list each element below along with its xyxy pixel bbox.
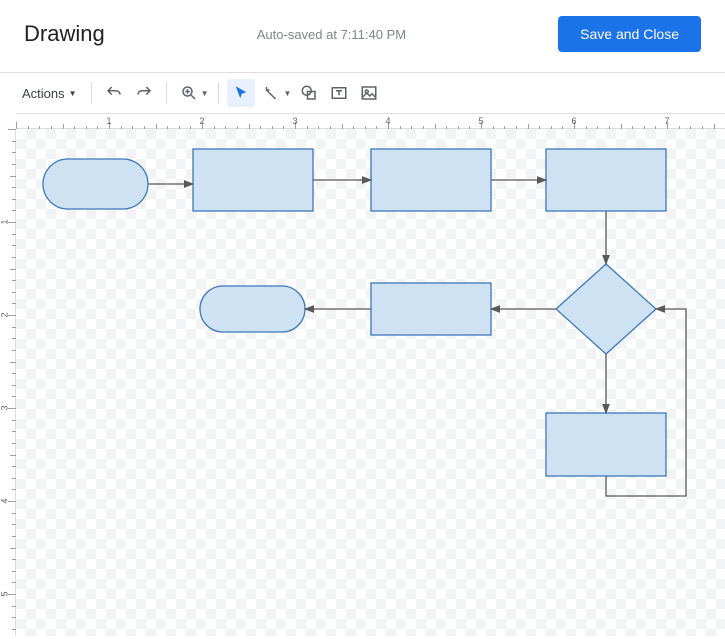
textbox-tool-button[interactable] [325,79,353,107]
main-area: 12345 [0,129,725,636]
redo-button[interactable] [130,79,158,107]
flowchart-terminator[interactable] [43,159,148,209]
undo-icon [105,84,123,102]
caret-down-icon: ▼ [283,89,291,98]
actions-label: Actions [22,86,65,101]
line-icon [262,84,280,102]
image-icon [360,84,378,102]
caret-down-icon: ▼ [69,89,77,98]
autosave-status: Auto-saved at 7:11:40 PM [257,27,406,42]
save-and-close-button[interactable]: Save and Close [558,16,701,52]
cursor-icon [232,84,250,102]
flowchart-decision[interactable] [556,264,656,354]
flowchart-process[interactable] [546,413,666,476]
toolbar: Actions ▼ ▼ ▼ [0,73,725,113]
toolbar-separator [91,82,92,104]
flowchart-svg [16,129,725,636]
canvas[interactable] [16,129,725,636]
actions-menu[interactable]: Actions ▼ [16,82,83,105]
caret-down-icon: ▼ [201,89,209,98]
shape-tool-button[interactable] [295,79,323,107]
textbox-icon [330,84,348,102]
vertical-ruler: 12345 [0,129,16,636]
toolbar-separator [166,82,167,104]
flowchart-process[interactable] [371,283,491,335]
dialog-header: Drawing Auto-saved at 7:11:40 PM Save an… [0,0,725,73]
flowchart-process[interactable] [371,149,491,211]
zoom-icon [180,84,198,102]
undo-button[interactable] [100,79,128,107]
flowchart-process[interactable] [193,149,313,211]
shape-icon [300,84,318,102]
line-tool-button[interactable] [257,79,285,107]
flowchart-terminator[interactable] [200,286,305,332]
dialog-title: Drawing [24,21,105,47]
flowchart-process[interactable] [546,149,666,211]
horizontal-ruler: 1234567 [16,113,725,129]
zoom-button[interactable] [175,79,203,107]
select-tool-button[interactable] [227,79,255,107]
toolbar-separator [218,82,219,104]
image-tool-button[interactable] [355,79,383,107]
redo-icon [135,84,153,102]
